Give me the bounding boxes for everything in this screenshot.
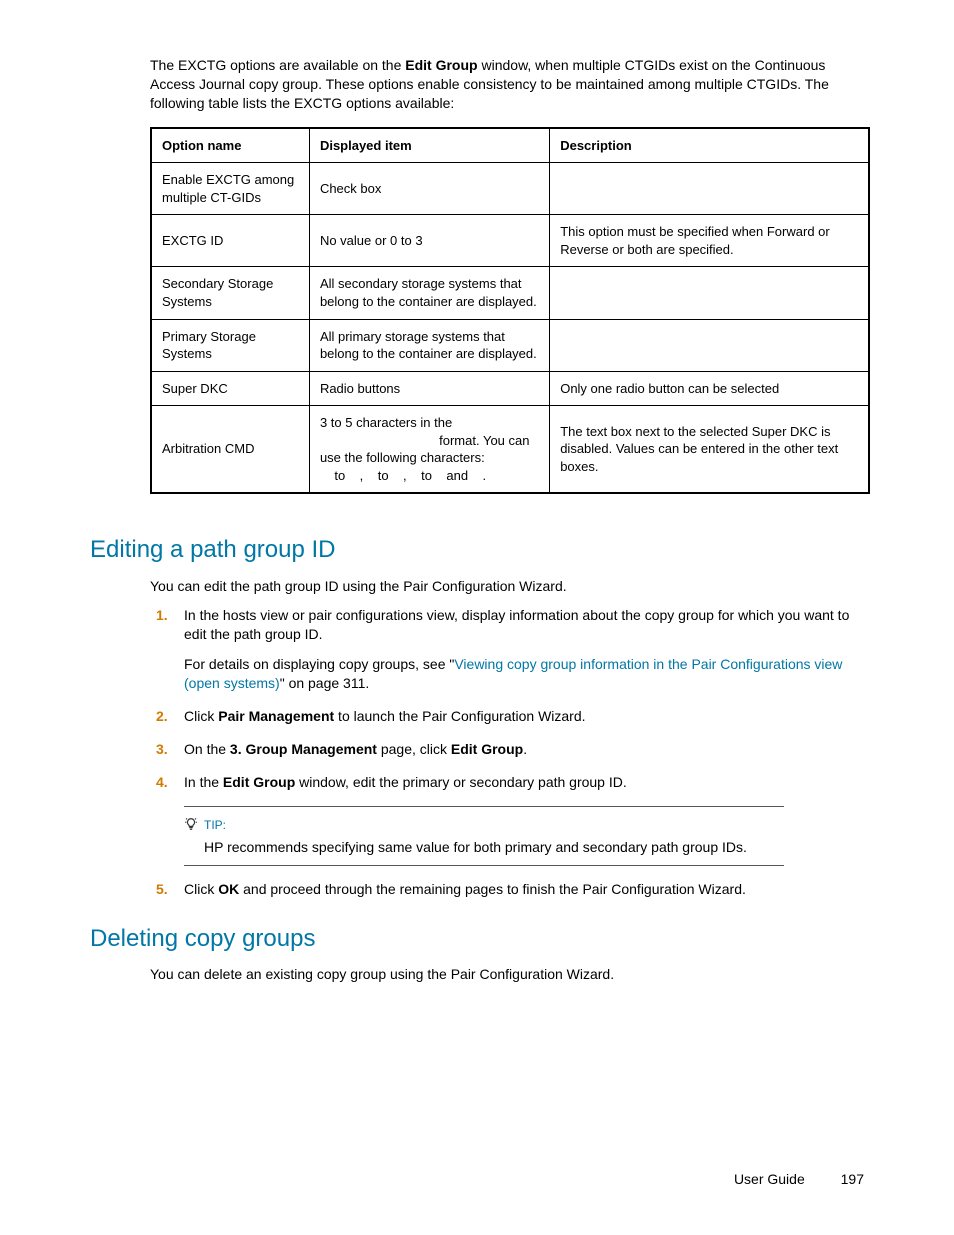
cell-name: Secondary Storage Systems bbox=[151, 267, 309, 319]
step-3-post: . bbox=[523, 741, 527, 757]
edit-steps: In the hosts view or pair configurations… bbox=[150, 606, 864, 899]
heading-deleting-copy-groups: Deleting copy groups bbox=[90, 923, 864, 955]
heading-editing-path-group-id: Editing a path group ID bbox=[90, 534, 864, 566]
step-1-detail-pre: For details on displaying copy groups, s… bbox=[184, 656, 454, 672]
step-1-text: In the hosts view or pair configurations… bbox=[184, 607, 849, 642]
cell-item: 3 to 5 characters in the format. You can… bbox=[309, 406, 549, 494]
step-1: In the hosts view or pair configurations… bbox=[180, 606, 864, 694]
step-3-bold1: 3. Group Management bbox=[230, 741, 377, 757]
cell-name: Arbitration CMD bbox=[151, 406, 309, 494]
step-2-bold: Pair Management bbox=[218, 708, 334, 724]
table-header-row: Option name Displayed item Description bbox=[151, 128, 869, 163]
cell-item: Radio buttons bbox=[309, 371, 549, 406]
delete-lead: You can delete an existing copy group us… bbox=[150, 965, 864, 984]
tip-text: HP recommends specifying same value for … bbox=[204, 838, 784, 857]
step-5-pre: Click bbox=[184, 881, 218, 897]
table-row: Arbitration CMD 3 to 5 characters in the… bbox=[151, 406, 869, 494]
table-row: Primary Storage Systems All primary stor… bbox=[151, 319, 869, 371]
cell-name: Super DKC bbox=[151, 371, 309, 406]
page-number: 197 bbox=[841, 1171, 864, 1187]
intro-paragraph: The EXCTG options are available on the E… bbox=[150, 56, 864, 113]
th-description: Description bbox=[550, 128, 869, 163]
exctg-options-table: Option name Displayed item Description E… bbox=[150, 127, 870, 495]
step-3-bold2: Edit Group bbox=[451, 741, 523, 757]
table-row: Enable EXCTG among multiple CT-GIDs Chec… bbox=[151, 163, 869, 215]
cell-desc bbox=[550, 319, 869, 371]
tip-box: TIP: HP recommends specifying same value… bbox=[184, 806, 784, 866]
cell-name: Primary Storage Systems bbox=[151, 319, 309, 371]
intro-pre: The EXCTG options are available on the bbox=[150, 57, 405, 73]
cell-desc: This option must be specified when Forwa… bbox=[550, 215, 869, 267]
table-row: Secondary Storage Systems All secondary … bbox=[151, 267, 869, 319]
cell-item: All secondary storage systems that belon… bbox=[309, 267, 549, 319]
lightbulb-icon bbox=[184, 817, 198, 836]
th-displayed-item: Displayed item bbox=[309, 128, 549, 163]
cell-item: All primary storage systems that belong … bbox=[309, 319, 549, 371]
step-1-detail-post: " on page 311. bbox=[280, 675, 370, 691]
step-3: On the 3. Group Management page, click E… bbox=[180, 740, 864, 759]
cell-name: EXCTG ID bbox=[151, 215, 309, 267]
cell-desc: Only one radio button can be selected bbox=[550, 371, 869, 406]
cell-desc bbox=[550, 267, 869, 319]
step-5-bold: OK bbox=[218, 881, 239, 897]
step-4-bold: Edit Group bbox=[223, 774, 295, 790]
step-1-detail: For details on displaying copy groups, s… bbox=[184, 655, 864, 693]
step-2-pre: Click bbox=[184, 708, 218, 724]
cell-item: Check box bbox=[309, 163, 549, 215]
step-5: Click OK and proceed through the remaini… bbox=[180, 880, 864, 899]
step-3-pre: On the bbox=[184, 741, 230, 757]
table-row: Super DKC Radio buttons Only one radio b… bbox=[151, 371, 869, 406]
step-2: Click Pair Management to launch the Pair… bbox=[180, 707, 864, 726]
table-row: EXCTG ID No value or 0 to 3 This option … bbox=[151, 215, 869, 267]
footer-label: User Guide bbox=[734, 1171, 805, 1187]
cell-item: No value or 0 to 3 bbox=[309, 215, 549, 267]
page-footer: User Guide 197 bbox=[734, 1170, 864, 1189]
step-4: In the Edit Group window, edit the prima… bbox=[180, 773, 864, 866]
cell-desc: The text box next to the selected Super … bbox=[550, 406, 869, 494]
step-4-pre: In the bbox=[184, 774, 223, 790]
step-4-post: window, edit the primary or secondary pa… bbox=[295, 774, 627, 790]
step-5-post: and proceed through the remaining pages … bbox=[239, 881, 746, 897]
cell-name: Enable EXCTG among multiple CT-GIDs bbox=[151, 163, 309, 215]
intro-bold: Edit Group bbox=[405, 57, 477, 73]
step-2-post: to launch the Pair Configuration Wizard. bbox=[334, 708, 585, 724]
edit-lead: You can edit the path group ID using the… bbox=[150, 577, 864, 596]
step-3-mid: page, click bbox=[377, 741, 451, 757]
cell-desc bbox=[550, 163, 869, 215]
th-option-name: Option name bbox=[151, 128, 309, 163]
tip-label: TIP: bbox=[204, 818, 226, 832]
